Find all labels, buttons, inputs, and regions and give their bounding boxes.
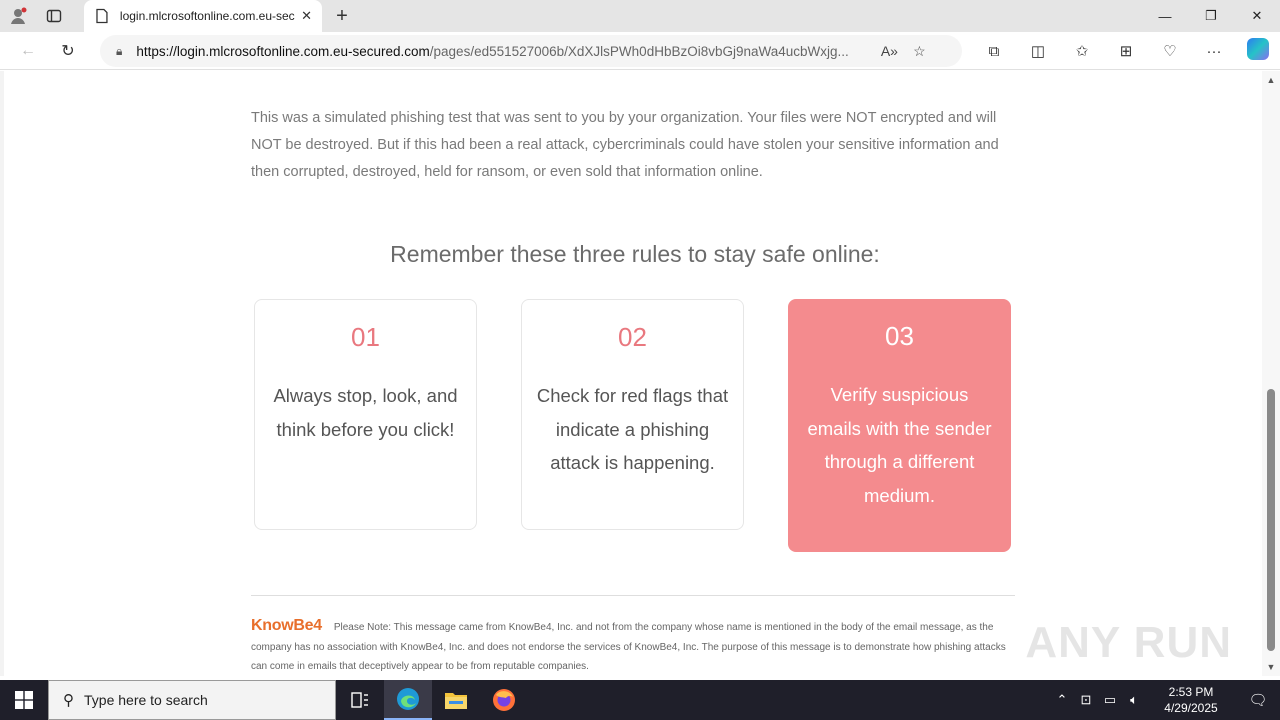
firefox-icon[interactable] [480, 680, 528, 720]
footer-note-text: Please Note: This message came from Know… [251, 622, 1006, 672]
restore-button[interactable]: ❐ [1188, 0, 1234, 32]
browser-tab[interactable]: login.mlcrosoftonline.com.eu-secured.com… [84, 0, 322, 32]
collections-icon[interactable]: ⊞ [1104, 42, 1148, 60]
taskbar-search-box[interactable]: ⚲ Type here to search [48, 680, 336, 720]
favorites-icon[interactable]: ✩ [1060, 42, 1104, 60]
footer-divider [251, 595, 1015, 596]
minimize-button[interactable]: — [1142, 0, 1188, 32]
read-aloud-icon[interactable]: A» [874, 43, 904, 60]
back-button[interactable]: ← [8, 32, 48, 70]
page-content: This was a simulated phishing test that … [0, 71, 1262, 676]
knowbe4-logo: KnowBe4 [251, 617, 322, 634]
rule-card-1: 01 Always stop, look, and think before y… [254, 299, 477, 530]
rule-text: Verify suspicious emails with the sender… [807, 384, 992, 506]
lock-icon[interactable]: 🔒︎ [116, 44, 122, 59]
show-hidden-icons-icon[interactable]: ⌃ [1050, 692, 1074, 708]
close-window-button[interactable]: ✕ [1234, 0, 1280, 32]
page-icon [96, 8, 108, 24]
start-button[interactable] [0, 680, 48, 720]
browser-titlebar: login.mlcrosoftonline.com.eu-secured.com… [0, 0, 1280, 32]
network-icon[interactable]: ▭ [1098, 692, 1122, 708]
tab-actions-icon[interactable] [36, 0, 72, 32]
rule-card-3: 03 Verify suspicious emails with the sen… [788, 299, 1011, 552]
device-icon[interactable]: ⊡ [1074, 692, 1098, 708]
browser-essentials-icon[interactable]: ♡ [1148, 42, 1192, 60]
address-bar[interactable]: 🔒︎ https://login.mlcrosoftonline.com.eu-… [100, 35, 962, 67]
more-menu-icon[interactable]: ··· [1192, 43, 1236, 60]
refresh-button[interactable]: ↻ [48, 32, 88, 70]
edge-taskbar-icon[interactable] [384, 680, 432, 720]
search-placeholder: Type here to search [84, 692, 208, 708]
favorite-star-icon[interactable]: ☆ [904, 43, 934, 60]
rule-number: 03 [885, 321, 914, 351]
rule-number: 02 [618, 322, 647, 352]
scroll-thumb[interactable] [1267, 389, 1275, 651]
profile-icon[interactable] [0, 0, 36, 32]
new-tab-button[interactable]: + [330, 0, 354, 32]
split-screen-icon[interactable]: ◫ [1016, 42, 1060, 60]
scroll-up-icon[interactable]: ▲ [1262, 75, 1280, 85]
windows-taskbar: ⚲ Type here to search ⌃ ⊡ ▭ 🔈︎ 2:53 PM 4… [0, 680, 1280, 720]
clock-time: 2:53 PM [1168, 685, 1214, 699]
rule-number: 01 [351, 322, 380, 352]
rule-text: Check for red flags that indicate a phis… [536, 385, 729, 473]
clock-date: 4/29/2025 [1164, 701, 1218, 715]
task-view-icon[interactable] [336, 680, 384, 720]
volume-icon[interactable]: 🔈︎ [1122, 692, 1146, 708]
file-explorer-icon[interactable] [432, 680, 480, 720]
search-icon: ⚲ [63, 692, 74, 709]
page-scrollbar[interactable]: ▲ ▼ [1262, 71, 1280, 676]
close-tab-icon[interactable]: ✕ [301, 8, 312, 24]
rule-text: Always stop, look, and think before you … [273, 385, 458, 440]
url-text: https://login.mlcrosoftonline.com.eu-sec… [136, 43, 849, 59]
rules-heading: Remember these three rules to stay safe … [390, 241, 880, 267]
intro-paragraph: This was a simulated phishing test that … [251, 110, 999, 180]
scroll-down-icon[interactable]: ▼ [1262, 662, 1280, 672]
extensions-icon[interactable]: ⧉ [972, 43, 1016, 60]
copilot-icon[interactable] [1236, 38, 1280, 64]
rule-card-2: 02 Check for red flags that indicate a p… [521, 299, 744, 530]
footer-note: KnowBe4 Please Note: This message came fr… [251, 616, 1011, 676]
system-clock[interactable]: 2:53 PM 4/29/2025 [1146, 684, 1236, 716]
browser-toolbar: ← ↻ 🔒︎ https://login.mlcrosoftonline.com… [0, 32, 1280, 70]
anyrun-watermark: ANY RUN [1025, 618, 1232, 667]
notifications-icon[interactable]: 🗨︎ [1236, 691, 1280, 709]
tab-title: login.mlcrosoftonline.com.eu-secured.com [119, 9, 295, 23]
